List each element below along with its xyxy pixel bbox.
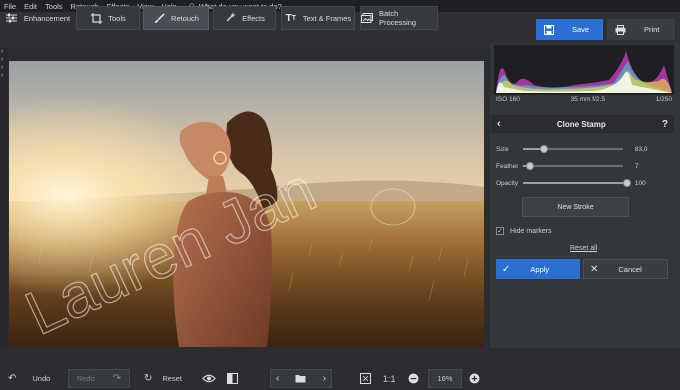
cancel-button[interactable]: ✕ Cancel [583, 259, 668, 279]
text-icon: TT [285, 12, 297, 24]
slider-label: Opacity [496, 179, 519, 187]
brush-icon [153, 12, 165, 24]
slider-track[interactable] [522, 145, 623, 153]
undo-button[interactable]: ↶ Undo [8, 369, 50, 388]
printer-icon [615, 24, 626, 35]
apply-button[interactable]: ✓ Apply [496, 259, 580, 279]
redo-button[interactable]: Redo ↷ [68, 369, 130, 388]
tab-text-frames[interactable]: TT Text & Frames [281, 6, 355, 30]
preview-eye-button[interactable] [202, 369, 216, 388]
clone-stamp-title: Clone Stamp [556, 119, 606, 129]
zoom-in-button[interactable] [469, 369, 480, 388]
tab-label: Text & Frames [302, 13, 352, 23]
zoom-value: 16% [437, 374, 453, 383]
tab-label: Batch Processing [379, 9, 417, 27]
crop-icon [90, 12, 102, 24]
histogram-info: ISO 160 35 mm f/2.5 1/250 [494, 96, 674, 108]
chevron-right-icon[interactable]: › [0, 48, 8, 56]
histogram [494, 45, 674, 95]
save-icon [544, 24, 554, 35]
batch-icon [361, 12, 373, 24]
help-icon[interactable]: ? [662, 119, 668, 130]
plus-circle-icon [469, 373, 480, 384]
left-collapse-strip[interactable]: › › › › [0, 48, 8, 348]
canvas-top-margin [8, 48, 488, 61]
check-icon: ✓ [502, 263, 511, 275]
hide-markers-label: Hide markers [510, 227, 552, 235]
close-icon: ✕ [590, 263, 599, 275]
back-arrow-icon[interactable]: ‹ [497, 118, 501, 130]
minus-circle-icon [408, 373, 419, 384]
tab-enhancement[interactable]: Enhancement [5, 6, 71, 30]
slider-knob[interactable] [526, 162, 535, 170]
print-button[interactable]: Print [607, 19, 675, 40]
fit-screen-button[interactable] [360, 369, 371, 388]
cancel-label: Cancel [618, 264, 642, 274]
zoom-out-button[interactable] [408, 369, 419, 388]
sliders-icon [6, 12, 18, 24]
save-label: Save [572, 25, 590, 34]
eye-icon [202, 374, 216, 383]
tab-label: Enhancement [23, 13, 71, 23]
tab-label: Tools [108, 13, 126, 23]
slider-value: 100 [634, 179, 646, 187]
lens-value: 35 mm f/2.5 [570, 96, 605, 103]
new-stroke-button[interactable]: New Stroke [522, 197, 629, 217]
undo-label: Undo [32, 374, 51, 383]
slider-knob[interactable] [539, 145, 548, 153]
zoom-level[interactable]: 16% [428, 369, 462, 388]
slider-track[interactable] [522, 162, 623, 170]
tab-effects[interactable]: Effects [213, 6, 276, 30]
tab-label: Effects [242, 13, 265, 23]
compare-icon [227, 373, 238, 384]
opacity-slider[interactable]: Opacity 100 [496, 177, 656, 189]
reset-label: Reset [162, 374, 182, 383]
sparkle-icon [224, 12, 237, 24]
redo-label: Redo [76, 374, 95, 383]
shutter-value: 1/250 [655, 96, 672, 103]
redo-icon: ↷ [112, 373, 122, 384]
slider-track[interactable] [522, 179, 631, 187]
feather-slider[interactable]: Feather 7 [496, 160, 656, 172]
bottom-bar: ↶ Undo Redo ↷ ↻ Reset ‹ › 1:1 16% [0, 366, 680, 390]
hide-markers-checkbox[interactable]: ✓ [496, 227, 504, 235]
chevron-right-icon[interactable]: › [0, 56, 8, 64]
chevron-right-icon[interactable]: › [0, 72, 8, 80]
reset-icon: ↻ [144, 373, 153, 384]
clone-stamp-header: ‹ Clone Stamp ? [491, 115, 674, 133]
reset-all-link[interactable]: Reset all [570, 245, 597, 252]
chevron-right-icon[interactable]: › [323, 373, 326, 384]
save-button[interactable]: Save [536, 19, 603, 40]
tab-batch-processing[interactable]: Batch Processing [360, 6, 438, 30]
iso-value: ISO 160 [496, 96, 520, 103]
slider-label: Size [496, 145, 509, 153]
slider-label: Feather [496, 162, 519, 170]
tab-label: Retouch [171, 13, 199, 23]
zoom-1-1-label: 1:1 [383, 373, 396, 384]
apply-label: Apply [530, 264, 550, 274]
undo-icon: ↶ [8, 373, 17, 384]
chevron-right-icon[interactable]: › [0, 64, 8, 72]
folder-icon[interactable] [295, 374, 306, 383]
tab-tools[interactable]: Tools [76, 6, 140, 30]
hide-markers-row[interactable]: ✓ Hide markers [496, 227, 552, 235]
slider-knob[interactable] [622, 179, 631, 187]
file-nav-group: ‹ › [270, 369, 332, 388]
compare-button[interactable] [227, 369, 238, 388]
reset-button[interactable]: ↻ Reset [144, 369, 182, 388]
slider-value: 83,0 [634, 145, 648, 153]
zoom-1-1-button[interactable]: 1:1 [383, 369, 396, 388]
size-slider[interactable]: Size 83,0 [496, 143, 656, 155]
chevron-left-icon[interactable]: ‹ [276, 373, 279, 384]
fit-screen-icon [360, 373, 371, 384]
photo [9, 61, 484, 347]
print-label: Print [644, 25, 660, 34]
tab-retouch[interactable]: Retouch [143, 6, 209, 30]
photo-canvas[interactable]: Lauren Jan [9, 61, 484, 347]
slider-value: 7 [634, 162, 639, 170]
